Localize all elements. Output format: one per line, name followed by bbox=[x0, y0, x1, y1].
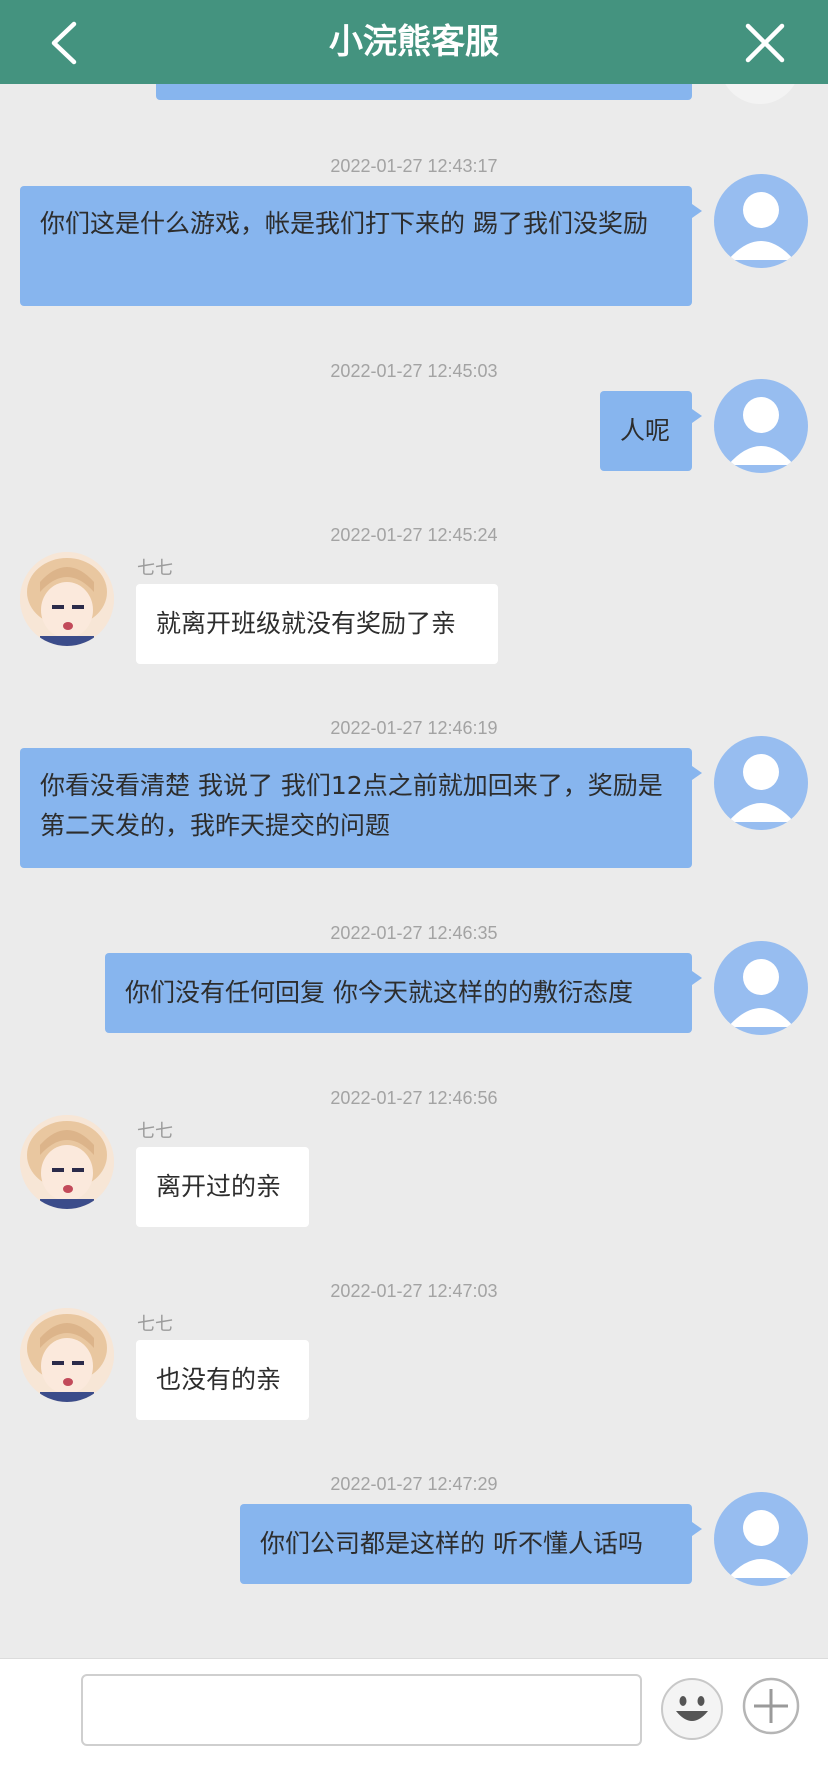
incoming-message-bubble[interactable]: 离开过的亲 bbox=[136, 1147, 309, 1227]
message-timestamp: 2022-01-27 12:46:19 bbox=[330, 718, 498, 738]
agent-avatar bbox=[20, 552, 114, 646]
message-input[interactable] bbox=[81, 1674, 642, 1746]
user-avatar bbox=[714, 174, 808, 268]
previous-user-avatar bbox=[720, 84, 800, 104]
message-timestamp: 2022-01-27 12:45:03 bbox=[330, 361, 498, 381]
message-timestamp: 2022-01-27 12:45:24 bbox=[330, 525, 498, 545]
incoming-message-bubble[interactable]: 就离开班级就没有奖励了亲 bbox=[136, 584, 498, 664]
message-timestamp: 2022-01-27 12:46:56 bbox=[330, 1088, 498, 1108]
default-user-avatar-icon bbox=[728, 192, 794, 260]
previous-message-bubble bbox=[156, 84, 692, 100]
plus-icon[interactable] bbox=[742, 1677, 800, 1735]
agent-avatar bbox=[20, 1115, 114, 1209]
default-user-avatar-icon bbox=[728, 1510, 794, 1578]
message-timestamp: 2022-01-27 12:46:35 bbox=[330, 923, 498, 943]
sender-name: 七七 bbox=[137, 1121, 173, 1142]
message-composer bbox=[0, 1658, 828, 1792]
agent-avatar bbox=[20, 1308, 114, 1402]
page-title: 小浣熊客服 bbox=[329, 22, 499, 62]
user-avatar bbox=[714, 1492, 808, 1586]
default-user-avatar-icon bbox=[728, 754, 794, 822]
message-timestamp: 2022-01-27 12:47:03 bbox=[330, 1281, 498, 1301]
outgoing-message-bubble[interactable]: 你看没看清楚 我说了 我们12点之前就加回来了，奖励是第二天发的，我昨天提交的问… bbox=[20, 748, 702, 868]
header-bar: 小浣熊客服 bbox=[0, 0, 828, 84]
outgoing-message-bubble[interactable]: 你们公司都是这样的 听不懂人话吗 bbox=[240, 1504, 702, 1584]
anime-girl-avatar-icon bbox=[20, 1308, 114, 1402]
incoming-message-bubble[interactable]: 也没有的亲 bbox=[136, 1340, 309, 1420]
sender-name: 七七 bbox=[137, 558, 173, 579]
message-timestamp: 2022-01-27 12:47:29 bbox=[330, 1474, 498, 1494]
chat-message-list[interactable]: 2022-01-27 12:43:17 你们这是什么游戏，帐是我们打下来的 踢了… bbox=[0, 84, 828, 1658]
outgoing-message-bubble[interactable]: 你们这是什么游戏，帐是我们打下来的 踢了我们没奖励 bbox=[20, 186, 702, 306]
outgoing-message-bubble[interactable]: 人呢 bbox=[600, 391, 702, 471]
default-user-avatar-icon bbox=[728, 959, 794, 1027]
outgoing-message-bubble[interactable]: 你们没有任何回复 你今天就这样的的敷衍态度 bbox=[105, 953, 702, 1033]
user-avatar bbox=[714, 736, 808, 830]
emoji-icon[interactable] bbox=[660, 1677, 724, 1741]
default-user-avatar-icon bbox=[728, 397, 794, 465]
user-avatar bbox=[714, 379, 808, 473]
close-icon[interactable] bbox=[744, 22, 786, 64]
message-timestamp: 2022-01-27 12:43:17 bbox=[330, 156, 498, 176]
user-avatar bbox=[714, 941, 808, 1035]
anime-girl-avatar-icon bbox=[20, 552, 114, 646]
sender-name: 七七 bbox=[137, 1314, 173, 1335]
anime-girl-avatar-icon bbox=[20, 1115, 114, 1209]
